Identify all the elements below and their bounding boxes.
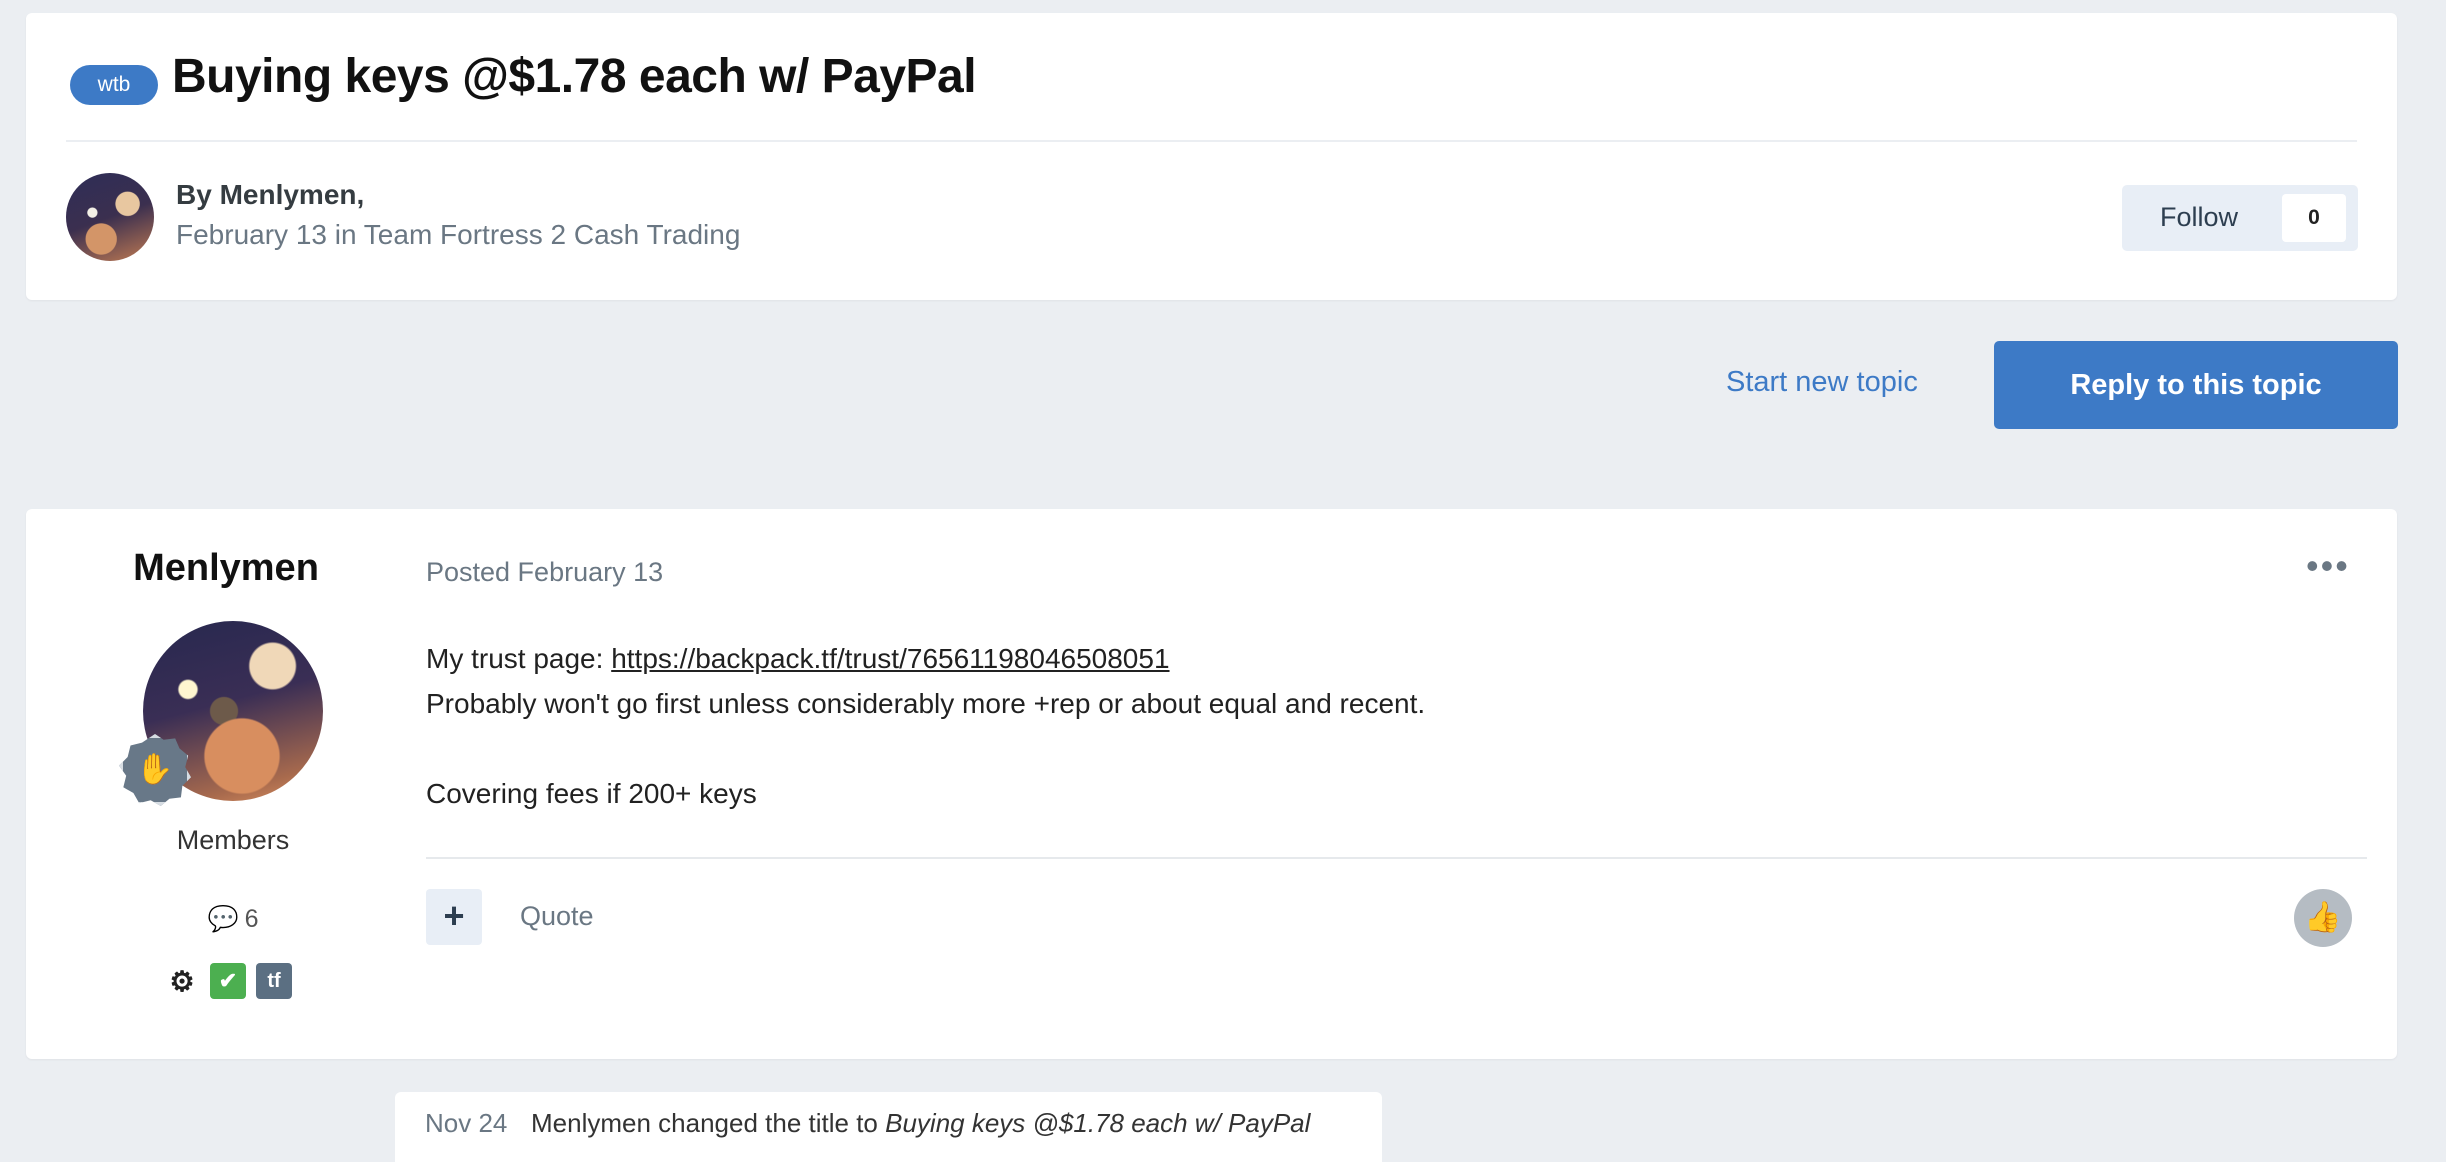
follow-count: 0 — [2282, 194, 2346, 242]
post: Menlymen ✋ Members 💬 6 ⚙ ✔ tf Posted Febr… — [26, 509, 2397, 1059]
quote-button[interactable]: Quote — [520, 901, 594, 932]
topic-header: wtb Buying keys @$1.78 each w/ PayPal By… — [26, 13, 2397, 300]
divider — [426, 857, 2367, 859]
post-count-value: 6 — [244, 905, 259, 933]
steam-icon[interactable]: ⚙ — [164, 963, 200, 999]
event-description: Menlymen changed the title to — [531, 1108, 886, 1138]
trust-link[interactable]: https://backpack.tf/trust/76561198046508… — [611, 643, 1169, 674]
trust-line: My trust page: https://backpack.tf/trust… — [426, 636, 2326, 681]
post-author-name[interactable]: Menlymen — [26, 547, 426, 590]
body-line: Covering fees if 200+ keys — [426, 778, 757, 809]
event-date[interactable]: Nov 24 — [425, 1108, 507, 1139]
topic-tag[interactable]: wtb — [70, 65, 158, 105]
avatar[interactable] — [66, 173, 154, 261]
comment-icon: 💬 — [207, 905, 239, 933]
divider — [66, 140, 2357, 142]
post-content: My trust page: https://backpack.tf/trust… — [426, 636, 2326, 816]
post-count[interactable]: 💬 6 — [26, 905, 440, 934]
title-change-event: Nov 24 Menlymen changed the title to Buy… — [395, 1092, 1382, 1162]
like-thumb-icon[interactable]: 👍 — [2294, 889, 2352, 947]
reply-button[interactable]: Reply to this topic — [1994, 341, 2398, 429]
author-line[interactable]: By Menlymen, — [176, 179, 364, 211]
body-line: Probably won't go first unless considera… — [426, 688, 1426, 719]
event-text: Menlymen changed the title to Buying key… — [531, 1108, 1310, 1139]
badge-row: ⚙ ✔ tf — [164, 963, 292, 1003]
tf-icon[interactable]: tf — [256, 963, 292, 999]
follow-button[interactable]: Follow 0 — [2122, 185, 2358, 251]
more-options-icon[interactable]: ••• — [2306, 545, 2350, 587]
start-new-topic-link[interactable]: Start new topic — [1726, 366, 1918, 399]
page-title: Buying keys @$1.78 each w/ PayPal — [172, 50, 977, 103]
topic-meta: February 13 in Team Fortress 2 Cash Trad… — [176, 219, 741, 250]
trust-label: My trust page: — [426, 643, 612, 674]
member-group: Members — [176, 825, 290, 855]
check-icon[interactable]: ✔ — [210, 963, 246, 999]
multiquote-plus-button[interactable]: + — [426, 889, 482, 945]
follow-label: Follow — [2160, 202, 2239, 232]
posted-date[interactable]: Posted February 13 — [426, 557, 663, 588]
event-new-title: Buying keys @$1.78 each w/ PayPal — [885, 1108, 1311, 1138]
